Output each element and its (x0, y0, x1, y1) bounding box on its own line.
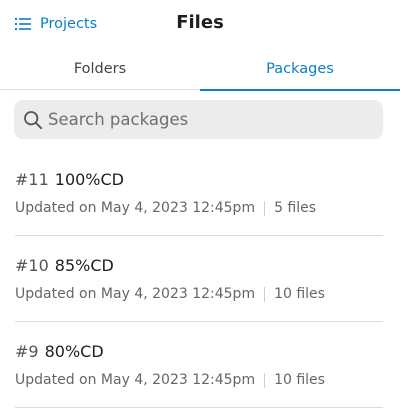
package-updated: Updated on May 4, 2023 12:45pm (15, 200, 256, 216)
tab-folders[interactable]: Folders (0, 48, 200, 90)
package-meta: Updated on May 4, 2023 12:45pm 10 files (15, 372, 325, 388)
package-title: #11 100%CD (15, 170, 124, 189)
page-title: Files (176, 12, 224, 33)
package-number: #11 (15, 170, 49, 189)
meta-divider (264, 372, 266, 388)
meta-divider (264, 200, 266, 216)
package-file-count: 10 files (274, 372, 325, 388)
packages-list: #11 100%CD Updated on May 4, 2023 12:45pm… (15, 150, 383, 408)
package-updated: Updated on May 4, 2023 12:45pm (15, 286, 256, 302)
package-file-count: 10 files (274, 286, 325, 302)
package-name: 80%CD (44, 342, 104, 361)
tab-packages[interactable]: Packages (200, 48, 400, 91)
package-title: #10 85%CD (15, 256, 114, 275)
package-name: 85%CD (54, 256, 114, 275)
package-meta: Updated on May 4, 2023 12:45pm 10 files (15, 286, 325, 302)
search-input[interactable] (48, 104, 368, 135)
list-item[interactable]: #9 80%CD Updated on May 4, 2023 12:45pm 1… (15, 322, 383, 408)
package-number: #9 (15, 342, 39, 361)
files-screen: Projects Files Folders Packages #11 100%C… (0, 0, 400, 408)
package-number: #10 (15, 256, 49, 275)
header: Projects Files (0, 0, 400, 48)
package-title: #9 80%CD (15, 342, 104, 361)
meta-divider (264, 286, 266, 302)
tab-bar: Folders Packages (0, 48, 400, 91)
list-item[interactable]: #10 85%CD Updated on May 4, 2023 12:45pm … (15, 236, 383, 322)
search-bar[interactable] (14, 100, 383, 139)
package-file-count: 5 files (274, 200, 317, 216)
package-name: 100%CD (54, 170, 124, 189)
package-updated: Updated on May 4, 2023 12:45pm (15, 372, 256, 388)
package-meta: Updated on May 4, 2023 12:45pm 5 files (15, 200, 316, 216)
search-icon (24, 110, 43, 129)
list-item[interactable]: #11 100%CD Updated on May 4, 2023 12:45pm… (15, 150, 383, 236)
